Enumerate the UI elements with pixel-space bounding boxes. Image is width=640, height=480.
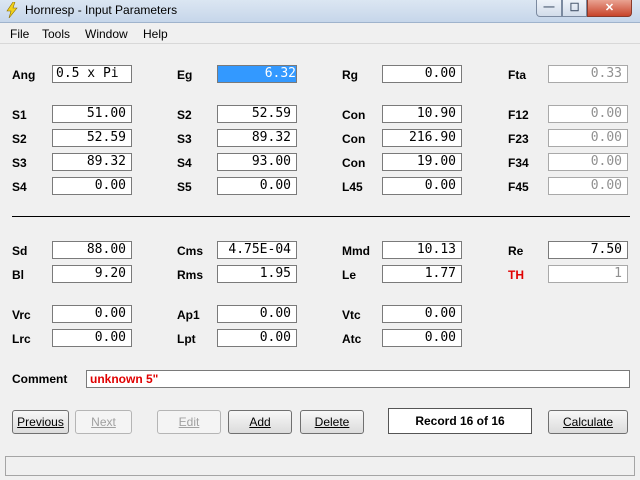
bl-field[interactable]: 9.20 [52, 265, 132, 283]
vtc-field[interactable]: 0.00 [382, 305, 462, 323]
f12-label: F12 [508, 108, 529, 122]
sd-field[interactable]: 88.00 [52, 241, 132, 259]
f45-field[interactable]: 0.00 [548, 177, 628, 195]
re-field[interactable]: 7.50 [548, 241, 628, 259]
sd-label: Sd [12, 244, 28, 258]
calculate-button[interactable]: Calculate [548, 410, 628, 434]
le-field[interactable]: 1.77 [382, 265, 462, 283]
f34-field[interactable]: 0.00 [548, 153, 628, 171]
window-title: Hornresp - Input Parameters [25, 3, 178, 17]
l45-field[interactable]: 0.00 [382, 177, 462, 195]
vtc-label: Vtc [342, 308, 361, 322]
lpt-field[interactable]: 0.00 [217, 329, 297, 347]
status-bar [5, 456, 635, 476]
eg-label: Eg [177, 68, 193, 82]
vrc-label: Vrc [12, 308, 31, 322]
maximize-button[interactable]: ☐ [562, 0, 587, 17]
menu-tools[interactable]: Tools [42, 27, 70, 41]
delete-button[interactable]: Delete [300, 410, 364, 434]
f12-field[interactable]: 0.00 [548, 105, 628, 123]
con-field[interactable]: 10.90 [382, 105, 462, 123]
fta-label: Fta [508, 68, 526, 82]
rg-field[interactable]: 0.00 [382, 65, 462, 83]
comment-field[interactable]: unknown 5" [86, 370, 630, 388]
l45-label: L45 [342, 180, 363, 194]
atc-label: Atc [342, 332, 362, 346]
fta-field[interactable]: 0.33 [548, 65, 628, 83]
con-label: Con [342, 132, 366, 146]
minimize-icon: — [543, 1, 555, 13]
cms-field[interactable]: 4.75E-04 [217, 241, 297, 259]
le-label: Le [342, 268, 357, 282]
con-label: Con [342, 156, 366, 170]
close-button[interactable]: ✕ [587, 0, 632, 17]
add-button[interactable]: Add [228, 410, 292, 434]
menu-bar: File Tools Window Help [0, 23, 640, 44]
rms-label: Rms [177, 268, 204, 282]
mmd-label: Mmd [342, 244, 370, 258]
th-label: TH [508, 268, 524, 282]
th-field[interactable]: 1 [548, 265, 628, 283]
minimize-button[interactable]: — [536, 0, 562, 17]
title-bar: Hornresp - Input Parameters — ☐ ✕ [0, 0, 640, 23]
s2-label: S2 [12, 132, 27, 146]
s3-label: S3 [12, 156, 27, 170]
s2-label: S2 [177, 108, 192, 122]
s3-field[interactable]: 89.32 [217, 129, 297, 147]
previous-button[interactable]: Previous [12, 410, 69, 434]
s3-field[interactable]: 89.32 [52, 153, 132, 171]
vrc-field[interactable]: 0.00 [52, 305, 132, 323]
rg-label: Rg [342, 68, 358, 82]
rms-field[interactable]: 1.95 [217, 265, 297, 283]
ap1-label: Ap1 [177, 308, 200, 322]
s4-label: S4 [12, 180, 27, 194]
con-field[interactable]: 216.90 [382, 129, 462, 147]
lrc-field[interactable]: 0.00 [52, 329, 132, 347]
s2-field[interactable]: 52.59 [217, 105, 297, 123]
f23-label: F23 [508, 132, 529, 146]
ang-label: Ang [12, 68, 36, 82]
s3-label: S3 [177, 132, 192, 146]
ang-field[interactable]: 0.5 x Pi [52, 65, 132, 83]
maximize-icon: ☐ [569, 2, 580, 14]
input-parameters-panel: Ang 0.5 x Pi Eg 6.32 Rg 0.00 Fta 0.33 S1… [2, 44, 638, 456]
record-indicator: Record 16 of 16 [388, 408, 532, 434]
close-icon: ✕ [604, 2, 615, 14]
eg-field[interactable]: 6.32 [217, 65, 297, 83]
menu-help[interactable]: Help [143, 27, 168, 41]
ap1-field[interactable]: 0.00 [217, 305, 297, 323]
s4-field[interactable]: 93.00 [217, 153, 297, 171]
eg-selected-value: 6.32 [218, 66, 296, 82]
next-button[interactable]: Next [75, 410, 132, 434]
atc-field[interactable]: 0.00 [382, 329, 462, 347]
bl-label: Bl [12, 268, 24, 282]
comment-label: Comment [12, 372, 68, 386]
lrc-label: Lrc [12, 332, 31, 346]
s4-field[interactable]: 0.00 [52, 177, 132, 195]
menu-file[interactable]: File [10, 27, 29, 41]
menu-window[interactable]: Window [85, 27, 128, 41]
s2-field[interactable]: 52.59 [52, 129, 132, 147]
s4-label: S4 [177, 156, 192, 170]
f34-label: F34 [508, 156, 529, 170]
con-field[interactable]: 19.00 [382, 153, 462, 171]
f23-field[interactable]: 0.00 [548, 129, 628, 147]
lightning-icon [6, 2, 18, 18]
s1-label: S1 [12, 108, 27, 122]
section-divider [12, 216, 630, 217]
re-label: Re [508, 244, 524, 258]
f45-label: F45 [508, 180, 529, 194]
lpt-label: Lpt [177, 332, 196, 346]
s5-label: S5 [177, 180, 192, 194]
edit-button[interactable]: Edit [157, 410, 221, 434]
cms-label: Cms [177, 244, 204, 258]
s1-field[interactable]: 51.00 [52, 105, 132, 123]
mmd-field[interactable]: 10.13 [382, 241, 462, 259]
con-label: Con [342, 108, 366, 122]
s5-field[interactable]: 0.00 [217, 177, 297, 195]
